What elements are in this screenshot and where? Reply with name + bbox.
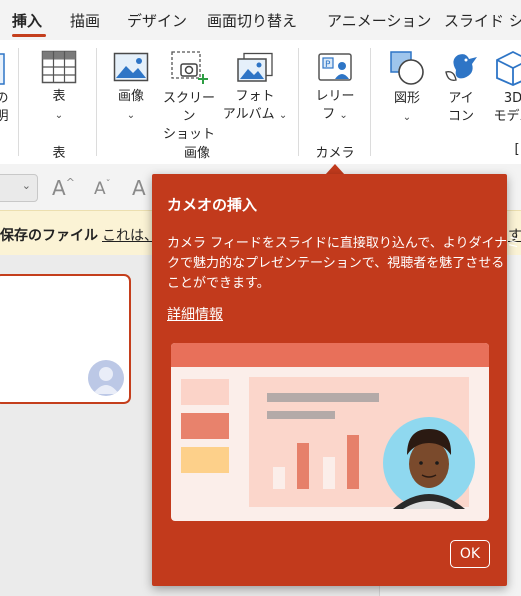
group-label-illustrations: [ <box>514 142 520 157</box>
chevron-down-icon: ⌄ <box>54 110 64 121</box>
screenshot-label-2: ショット <box>162 127 215 142</box>
info-bar-title: 保存のファイル <box>0 228 98 244</box>
image-button-label: 画像 <box>117 89 144 104</box>
3d-models-button[interactable]: 3D モデル <box>488 50 521 126</box>
shapes-icon <box>390 51 424 85</box>
ribbon-tab-bar: 挿入 描画 デザイン 画面切り替え アニメーション スライド ショ <box>0 0 521 40</box>
increase-font-glyph: A <box>52 176 66 200</box>
tab-design[interactable]: デザイン <box>127 10 187 31</box>
chevron-down-icon: ⌄ <box>21 179 31 192</box>
chevron-down-icon: ⌄ <box>339 110 348 121</box>
callout-body-line: ことができます。 <box>167 276 270 291</box>
image-button[interactable]: 画像 ⌄ <box>110 52 152 125</box>
icons-label-1: アイ <box>448 91 474 106</box>
decrease-font-glyph: A <box>94 179 106 199</box>
chevron-down-icon: ⌄ <box>278 110 288 121</box>
ribbon: の 明 表 ⌄ 表 画像 ⌄ スクリーン ショット ⌄ フォト アルバム ⌄ 画… <box>0 40 521 165</box>
partial-ribbon-button[interactable]: の 明 <box>0 52 12 126</box>
active-tab-indicator <box>12 34 46 37</box>
3d-models-label-2: モデル <box>493 109 521 124</box>
increase-font-size-button[interactable]: A^ <box>52 176 75 200</box>
screenshot-icon <box>171 51 208 84</box>
tab-slideshow[interactable]: スライド ショ <box>444 10 521 31</box>
photo-album-icon <box>237 52 273 82</box>
photo-album-button[interactable]: フォト アルバム ⌄ <box>222 52 288 125</box>
partial-label-2: 明 <box>0 109 9 124</box>
tab-insert[interactable]: 挿入 <box>12 10 42 31</box>
tab-transitions[interactable]: 画面切り替え <box>207 10 297 31</box>
partial-label-1: の <box>0 91 9 106</box>
font-color-glyph: A <box>132 176 146 200</box>
font-size-combo[interactable]: ⌄ <box>0 174 38 202</box>
font-color-button[interactable]: A <box>132 176 146 200</box>
avatar <box>88 360 124 396</box>
info-bar-link[interactable]: これは、 <box>102 225 158 245</box>
photo-album-label-1: フォト <box>235 89 275 104</box>
table-button-label: 表 <box>52 89 66 104</box>
cameo-label-2: フ <box>322 107 336 122</box>
cameo-icon: P <box>318 53 352 81</box>
table-icon <box>41 50 77 84</box>
cameo-label-1: レリー <box>315 89 355 104</box>
cameo-illustration <box>171 343 489 521</box>
group-separator <box>370 48 371 156</box>
cameo-button[interactable]: P レリー フ ⌄ <box>312 52 358 125</box>
person-icon <box>93 367 119 394</box>
shapes-button[interactable]: 図形 ⌄ <box>384 50 430 127</box>
icons-button[interactable]: アイ コン <box>440 50 482 126</box>
chevron-down-icon: ⌄ <box>126 110 136 121</box>
icons-label-2: コン <box>447 109 474 124</box>
icons-icon <box>445 54 477 82</box>
ok-button[interactable]: OK <box>450 540 490 568</box>
learn-more-link[interactable]: 詳細情報 <box>167 304 223 324</box>
teaching-callout: カメオの挿入 カメラ フィードをスライドに直接取り込んで、よりダイナミッ クで魅… <box>152 174 521 586</box>
callout-body-line: クで魅力的なプレゼンテーションで、視聴者を魅了させる <box>167 256 505 271</box>
photo-album-label-2: アルバム <box>222 107 275 122</box>
3d-models-label-1: 3D <box>503 91 521 106</box>
group-separator <box>298 48 299 156</box>
decrease-font-size-button[interactable]: Aˇ <box>94 179 111 199</box>
screenshot-label-1: スクリーン <box>162 91 215 124</box>
group-label-table: 表 <box>52 146 66 161</box>
callout-body: カメラ フィードをスライドに直接取り込んで、よりダイナミッ クで魅力的なプレゼン… <box>167 234 521 294</box>
group-separator <box>18 48 19 156</box>
callout-body-line: カメラ フィードをスライドに直接取り込んで、よりダイナミッ <box>167 236 521 251</box>
table-button[interactable]: 表 ⌄ <box>38 50 80 125</box>
svg-text:P: P <box>325 60 331 70</box>
tab-draw[interactable]: 描画 <box>70 10 100 31</box>
group-separator <box>96 48 97 156</box>
image-icon <box>113 52 149 82</box>
callout-title: カメオの挿入 <box>167 196 258 214</box>
partial-button-icon <box>0 53 5 85</box>
chevron-down-icon: ⌄ <box>402 112 412 123</box>
group-label-images: 画像 <box>183 146 210 161</box>
tab-animations[interactable]: アニメーション <box>327 10 431 31</box>
cameo-illustration-graphic <box>171 343 489 521</box>
cube-icon <box>496 50 521 86</box>
shapes-label: 図形 <box>393 91 420 106</box>
group-label-camera: カメラ <box>315 146 355 161</box>
